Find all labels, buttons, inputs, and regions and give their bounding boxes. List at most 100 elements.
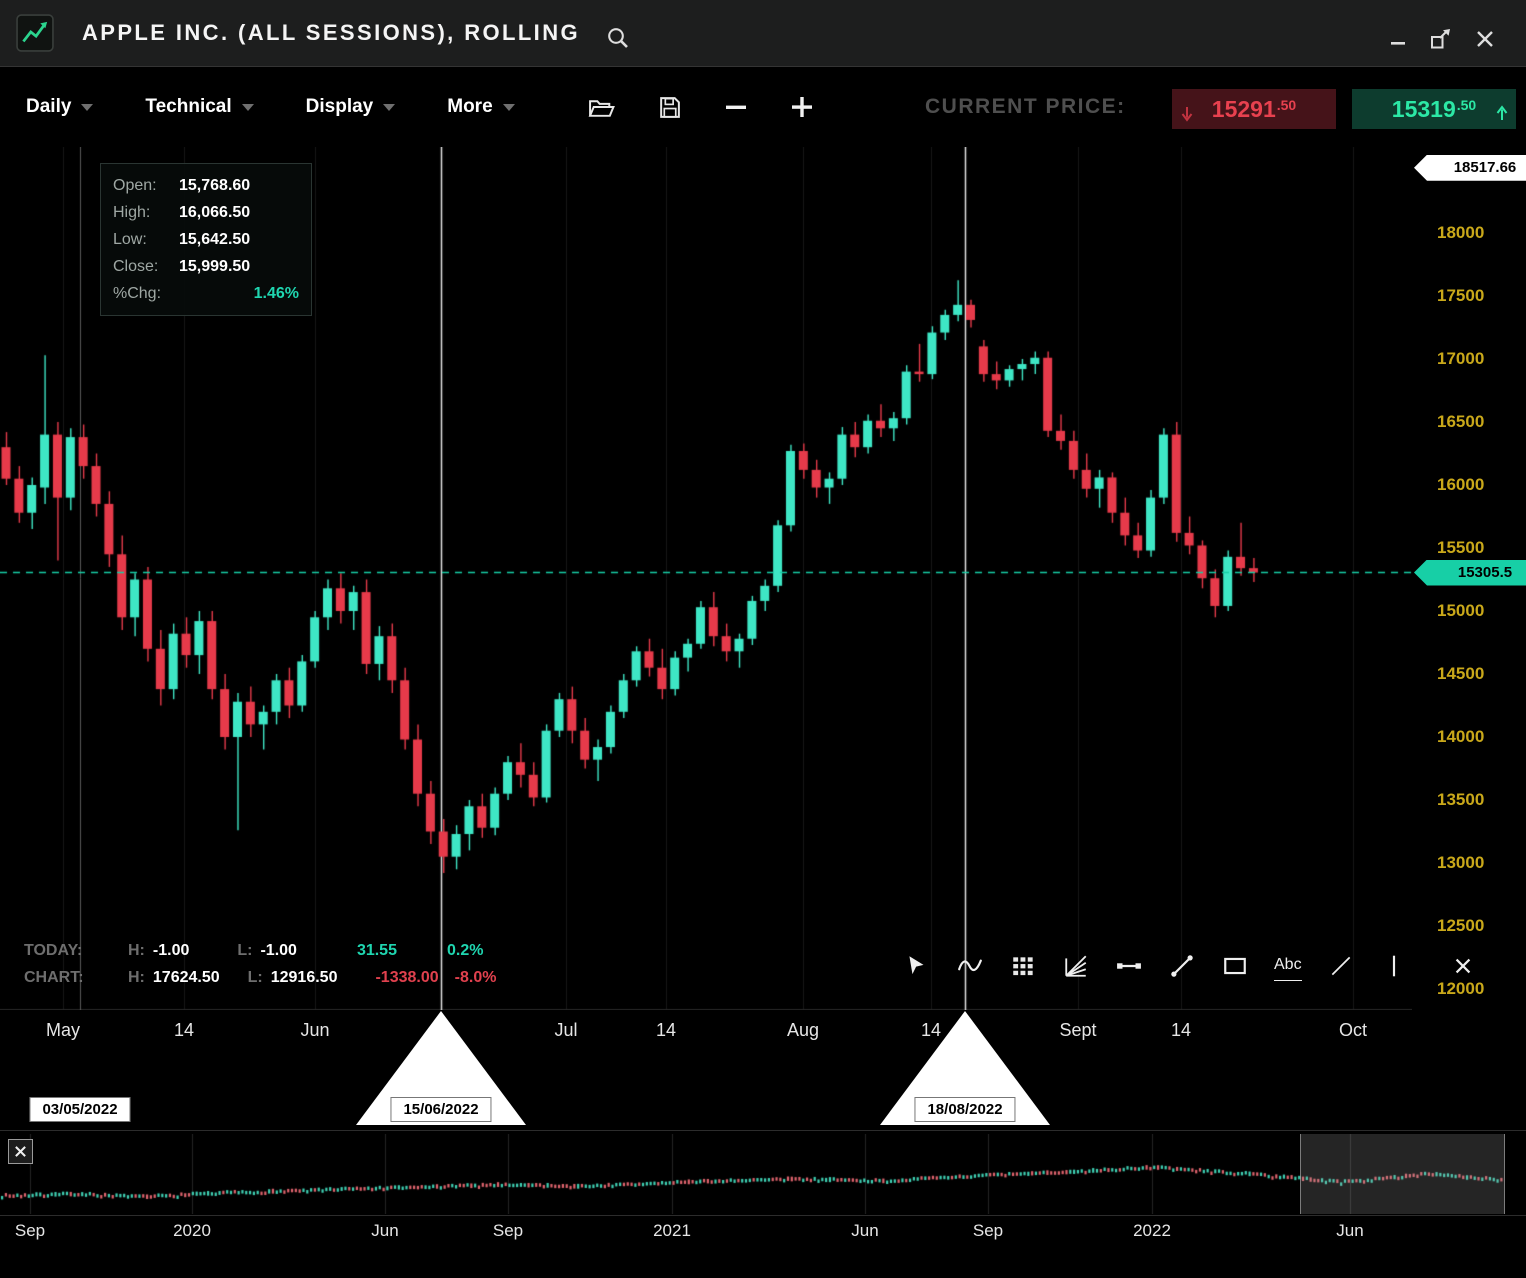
sell-price-button[interactable]: 15291.50 (1172, 89, 1336, 129)
high-price-tag: 18517.66 (1414, 155, 1526, 181)
y-axis-label: 12500 (1437, 916, 1484, 936)
close-button[interactable] (1470, 24, 1500, 54)
zoom-out-icon[interactable] (724, 95, 748, 119)
ohlc-close-value: 15,999.50 (179, 258, 250, 276)
restore-button[interactable] (1426, 24, 1456, 54)
navigator-axis-label: 2022 (1133, 1221, 1171, 1241)
navigator-selection-window[interactable] (1300, 1134, 1505, 1214)
today-change-value: 31.55 (357, 942, 397, 960)
price-chart-area: 18517.66 15305.5 Open: 15,768.60 High: 1… (0, 147, 1526, 1130)
navigator-axis-label: Sep (973, 1221, 1003, 1241)
current-price-tag: 15305.5 (1414, 560, 1526, 586)
window-title: APPLE INC. (ALL SESSIONS), ROLLING (82, 0, 580, 66)
open-file-icon[interactable] (588, 96, 615, 119)
menu-more[interactable]: More (447, 96, 514, 118)
menu-daily-label: Daily (26, 96, 71, 118)
buy-price-dec: .50 (1457, 97, 1476, 113)
y-axis-label: 12000 (1437, 979, 1484, 999)
ohlc-row-high: High: 16,066.50 (113, 199, 299, 226)
menu-display-label: Display (306, 96, 374, 118)
toolbar-icon-group (588, 67, 814, 147)
today-low-value: -1.00 (260, 942, 296, 960)
chart-stats-row: CHART: H: 17624.50 L: 12916.50 -1338.00 … (24, 969, 496, 987)
y-axis-label: 17500 (1437, 286, 1484, 306)
x-axis-label: 14 (1171, 1020, 1191, 1041)
sell-price-dec: .50 (1277, 97, 1296, 113)
y-axis-label: 16500 (1437, 412, 1484, 432)
ohlc-pctchg-label: %Chg: (113, 285, 179, 303)
today-stats-row: TODAY: H: -1.00 L: -1.00 31.55 0.2% (24, 942, 483, 960)
vertical-line-tool-icon[interactable] (1380, 952, 1408, 980)
ohlc-row-close: Close: 15,999.50 (113, 253, 299, 280)
ohlc-high-label: High: (113, 204, 179, 222)
y-axis-label: 15000 (1437, 601, 1484, 621)
date-marker-label: 15/06/2022 (390, 1097, 491, 1122)
x-axis-label: Jun (300, 1020, 329, 1041)
x-axis-label: 14 (921, 1020, 941, 1041)
ohlc-low-label: Low: (113, 231, 179, 249)
today-percent-value: 0.2% (447, 942, 483, 960)
chevron-down-icon (81, 104, 93, 111)
horizontal-line-tool-icon[interactable] (1115, 952, 1143, 980)
ohlc-open-label: Open: (113, 177, 179, 195)
chart-change-value: -1338.00 (375, 969, 438, 987)
menu-technical-label: Technical (145, 96, 231, 118)
trend-line-tool-icon[interactable] (1168, 952, 1196, 980)
chart-high-label: H: (128, 969, 145, 987)
navigator-axis-label: Jun (371, 1221, 398, 1241)
ohlc-high-value: 16,066.50 (179, 204, 250, 222)
minimize-button[interactable] (1384, 24, 1414, 54)
ohlc-panel: Open: 15,768.60 High: 16,066.50 Low: 15,… (100, 163, 312, 316)
freehand-tool-icon[interactable] (956, 952, 984, 980)
x-axis-label: Oct (1339, 1020, 1367, 1041)
trading-app-window: APPLE INC. (ALL SESSIONS), ROLLING (0, 0, 1526, 1278)
y-axis-label: 14500 (1437, 664, 1484, 684)
y-axis-label: 13000 (1437, 853, 1484, 873)
main-toolbar: Daily Technical Display More (0, 67, 1526, 147)
chart-low-value: 12916.50 (271, 969, 338, 987)
ohlc-row-pctchg: %Chg: 1.46% (113, 280, 299, 307)
chart-high-value: 17624.50 (153, 969, 220, 987)
today-label: TODAY: (24, 942, 128, 960)
fan-lines-tool-icon[interactable] (1062, 952, 1090, 980)
x-axis-label: May (46, 1020, 80, 1041)
rectangle-tool-icon[interactable] (1221, 952, 1249, 980)
grid-tool-icon[interactable] (1009, 952, 1037, 980)
menu-more-label: More (447, 96, 492, 118)
drawing-toolbar: Abc (903, 951, 1477, 981)
today-low-label: L: (237, 942, 252, 960)
app-logo-icon (16, 14, 54, 52)
menu-daily[interactable]: Daily (26, 96, 93, 118)
today-high-label: H: (128, 942, 145, 960)
ohlc-pctchg-value: 1.46% (254, 285, 299, 303)
buy-price-int: 15319 (1392, 96, 1456, 123)
search-icon[interactable] (606, 26, 630, 55)
ohlc-row-low: Low: 15,642.50 (113, 226, 299, 253)
sell-price-int: 15291 (1212, 96, 1276, 123)
navigator-chart-canvas[interactable] (0, 1134, 1526, 1214)
chevron-down-icon (383, 104, 395, 111)
save-icon[interactable] (657, 95, 682, 120)
zoom-in-icon[interactable] (790, 95, 814, 119)
x-axis-label: Aug (787, 1020, 819, 1041)
x-axis-label: 14 (174, 1020, 194, 1041)
pointer-tool-icon[interactable] (903, 952, 931, 980)
menu-display[interactable]: Display (306, 96, 396, 118)
y-axis-label: 14000 (1437, 727, 1484, 747)
menu-technical[interactable]: Technical (145, 96, 253, 118)
navigator-axis-label: Sep (493, 1221, 523, 1241)
navigator-axis-label: 2020 (173, 1221, 211, 1241)
ohlc-low-value: 15,642.50 (179, 231, 250, 249)
ray-line-tool-icon[interactable] (1327, 952, 1355, 980)
date-marker-label: 18/08/2022 (914, 1097, 1015, 1122)
close-drawing-toolbar-icon[interactable] (1449, 952, 1477, 980)
text-tool-icon[interactable]: Abc (1274, 951, 1302, 981)
navigator-axis-label: Jun (851, 1221, 878, 1241)
title-bar: APPLE INC. (ALL SESSIONS), ROLLING (0, 0, 1526, 67)
x-axis-label: 14 (656, 1020, 676, 1041)
buy-price-button[interactable]: 15319.50 (1352, 89, 1516, 129)
date-marker-label: 03/05/2022 (29, 1097, 130, 1122)
navigator-close-icon[interactable] (8, 1139, 33, 1164)
current-price-label: CURRENT PRICE: (925, 67, 1126, 147)
navigator-axis-line (0, 1215, 1526, 1216)
